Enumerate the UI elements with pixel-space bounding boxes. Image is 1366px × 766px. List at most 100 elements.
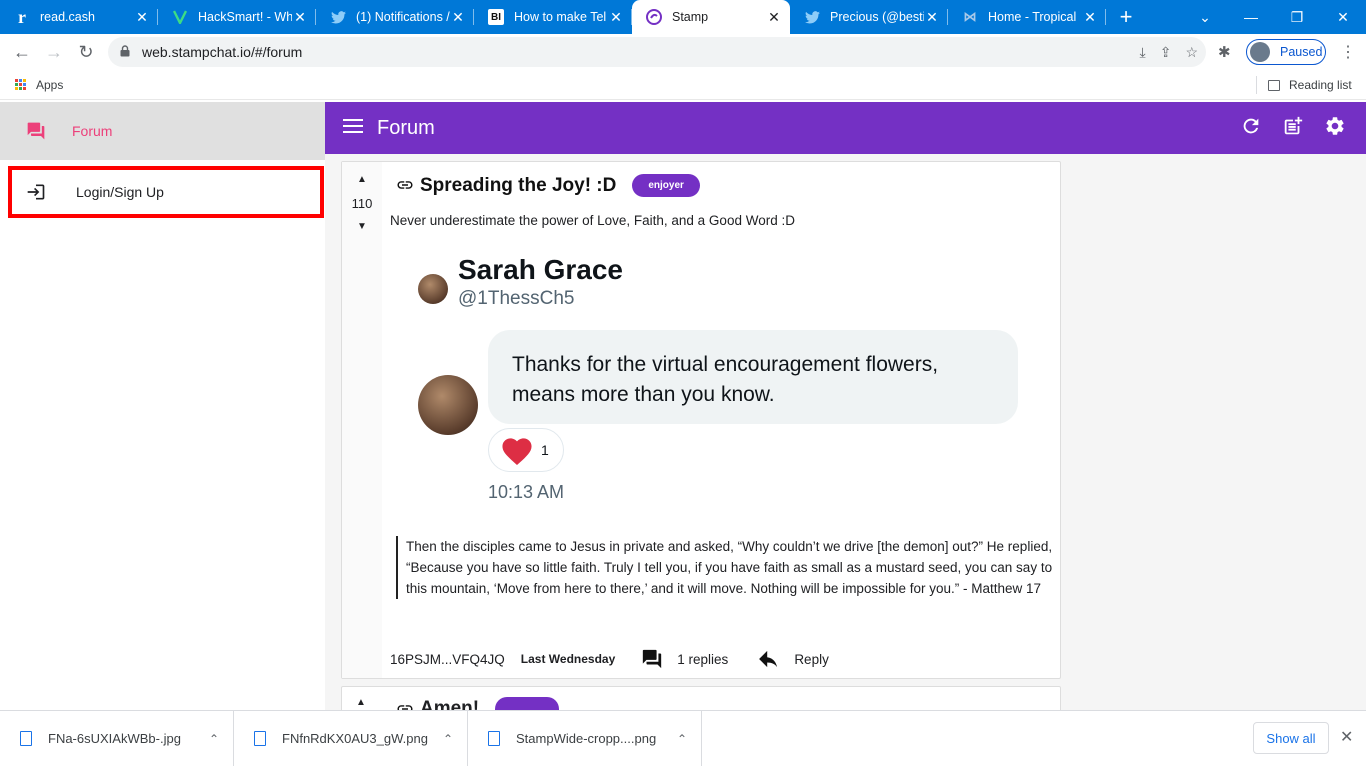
page-title: Forum <box>377 116 435 139</box>
close-icon[interactable]: ✕ <box>134 9 150 26</box>
tab-title: read.cash <box>40 10 95 24</box>
restore-button[interactable]: ❐ <box>1274 0 1320 34</box>
read-cash-icon: r <box>18 6 26 27</box>
avatar <box>418 274 448 304</box>
tab-title: Home - Tropical <box>988 10 1077 24</box>
chevron-up-icon[interactable]: ⌃ <box>443 732 467 746</box>
install-app-icon[interactable]: ⤓ <box>1140 44 1146 61</box>
download-filename: FNa-6sUXIAkWBb-.jpg <box>48 731 181 746</box>
tab-stamp[interactable]: Stamp ✕ <box>632 0 790 34</box>
address-bar[interactable]: web.stampchat.io/#/forum ⤓ ⇪ ☆ <box>108 37 1206 67</box>
new-tab-button[interactable]: + <box>1106 0 1146 34</box>
tab-hacksmart[interactable]: HackSmart! - Wh ✕ <box>158 0 316 34</box>
downvote-icon[interactable]: ▼ <box>357 221 367 233</box>
tab-title: (1) Notifications / <box>356 10 450 24</box>
chevron-up-icon[interactable]: ⌃ <box>209 732 233 746</box>
forum-content: ▲ 110 ▼ Spreading the Joy! :D enjoyer Ne… <box>325 154 1366 710</box>
post-footer: 16PSJM...VFQ4JQ Last Wednesday 1 replies… <box>390 648 829 670</box>
forum-icon <box>26 121 46 141</box>
download-item[interactable]: FNa-6sUXIAkWBb-.jpg ⌃ <box>0 710 234 766</box>
reply-icon[interactable] <box>758 650 780 668</box>
upvote-icon[interactable]: ▲ <box>357 174 367 186</box>
share-icon[interactable]: ⇪ <box>1160 44 1172 61</box>
tab-notifications[interactable]: (1) Notifications / ✕ <box>316 0 474 34</box>
user-badge: enjoyer <box>632 174 700 197</box>
close-icon[interactable]: ✕ <box>450 9 466 26</box>
post-date: Last Wednesday <box>520 652 616 666</box>
app-bar: Forum <box>325 102 1366 154</box>
app-sidebar: Forum Login/Sign Up <box>0 102 325 710</box>
apps-icon <box>15 78 27 91</box>
close-icon[interactable]: ✕ <box>292 9 308 26</box>
vote-column: ▲ 110 ▼ <box>342 162 382 678</box>
post-title[interactable]: Spreading the Joy! :D <box>420 175 616 197</box>
forum-post: ▲ 110 ▼ Spreading the Joy! :D enjoyer Ne… <box>341 161 1061 679</box>
window-close-button[interactable]: ✕ <box>1320 0 1366 34</box>
hamburger-menu-icon[interactable] <box>343 118 363 139</box>
embedded-tweet-image: Sarah Grace @1ThessCh5 Thanks for the vi… <box>390 246 1054 512</box>
file-icon <box>488 731 500 746</box>
forward-button[interactable]: → <box>38 36 70 68</box>
tweet-message-bubble: Thanks for the virtual encouragement flo… <box>488 330 1018 424</box>
replies-icon[interactable] <box>641 648 663 670</box>
tweet-time: 10:13 AM <box>488 482 565 502</box>
sidebar-item-forum[interactable]: Forum <box>0 102 325 160</box>
avatar <box>418 375 478 435</box>
settings-gear-icon[interactable] <box>1324 115 1346 142</box>
tweet-author-name: Sarah Grace <box>458 254 623 285</box>
tab-read-cash[interactable]: r read.cash ✕ <box>0 0 158 34</box>
file-icon <box>20 731 32 746</box>
download-item[interactable]: FNfnRdKX0AU3_gW.png ⌃ <box>234 710 468 766</box>
reload-button[interactable]: ↻ <box>70 36 102 68</box>
url-text: web.stampchat.io/#/forum <box>142 44 303 60</box>
close-icon[interactable]: ✕ <box>1340 727 1353 747</box>
browser-toolbar: ← → ↻ web.stampchat.io/#/forum ⤓ ⇪ ☆ ✱ P… <box>0 34 1366 70</box>
reading-list-button[interactable]: Reading list <box>1268 78 1352 92</box>
download-item[interactable]: StampWide-cropp....png ⌃ <box>468 710 702 766</box>
author-address[interactable]: 16PSJM...VFQ4JQ <box>390 652 505 667</box>
refresh-icon[interactable] <box>1240 115 1262 142</box>
tab-tropical[interactable]: ⋈ Home - Tropical ✕ <box>948 0 1106 34</box>
heart-icon <box>499 434 535 466</box>
new-post-icon[interactable] <box>1282 115 1304 142</box>
tweet-text: means more than you know. <box>512 383 775 406</box>
tweet-text: Thanks for the virtual encouragement flo… <box>512 353 939 376</box>
download-filename: FNfnRdKX0AU3_gW.png <box>282 731 428 746</box>
close-icon[interactable]: ✕ <box>608 9 624 26</box>
download-filename: StampWide-cropp....png <box>516 731 657 746</box>
butterfly-icon: ⋈ <box>963 9 977 24</box>
browser-menu-icon[interactable]: ⋮ <box>1340 42 1356 62</box>
tab-telegram-article[interactable]: BI How to make Tel ✕ <box>474 0 632 34</box>
tab-search-icon[interactable]: ⌄ <box>1182 0 1228 34</box>
login-icon <box>26 182 46 202</box>
sidebar-item-login[interactable]: Login/Sign Up <box>8 166 324 218</box>
reaction-count: 1 <box>541 442 549 458</box>
chevron-up-icon[interactable]: ⌃ <box>677 732 701 746</box>
show-all-button[interactable]: Show all <box>1253 722 1329 754</box>
profile-button[interactable]: Paused <box>1246 39 1326 65</box>
apps-bookmark[interactable]: Apps <box>36 78 63 92</box>
avatar <box>1250 42 1270 62</box>
post-score: 110 <box>351 196 373 211</box>
extensions-icon[interactable]: ✱ <box>1218 43 1231 61</box>
bookmarks-bar: Apps Reading list <box>0 70 1366 100</box>
twitter-icon <box>804 9 820 25</box>
link-icon[interactable] <box>396 177 414 195</box>
post-title[interactable]: Amen! <box>420 698 479 710</box>
replies-count[interactable]: 1 replies <box>677 652 728 667</box>
close-icon[interactable]: ✕ <box>1082 9 1098 26</box>
upvote-icon[interactable]: ▲ <box>356 697 366 708</box>
lock-icon <box>120 44 136 60</box>
back-button[interactable]: ← <box>6 36 38 68</box>
tab-precious[interactable]: Precious (@besti ✕ <box>790 0 948 34</box>
profile-status: Paused <box>1280 45 1323 59</box>
tweet-author-handle: @1ThessCh5 <box>458 288 575 309</box>
reply-button[interactable]: Reply <box>794 652 829 667</box>
bookmark-star-icon[interactable]: ☆ <box>1185 44 1198 61</box>
close-icon[interactable]: ✕ <box>766 9 782 26</box>
sidebar-item-label: Login/Sign Up <box>76 184 164 200</box>
twitter-icon <box>330 9 346 25</box>
forum-post: ▲ Amen! <box>341 686 1061 710</box>
minimize-button[interactable]: — <box>1228 0 1274 34</box>
close-icon[interactable]: ✕ <box>924 9 940 26</box>
